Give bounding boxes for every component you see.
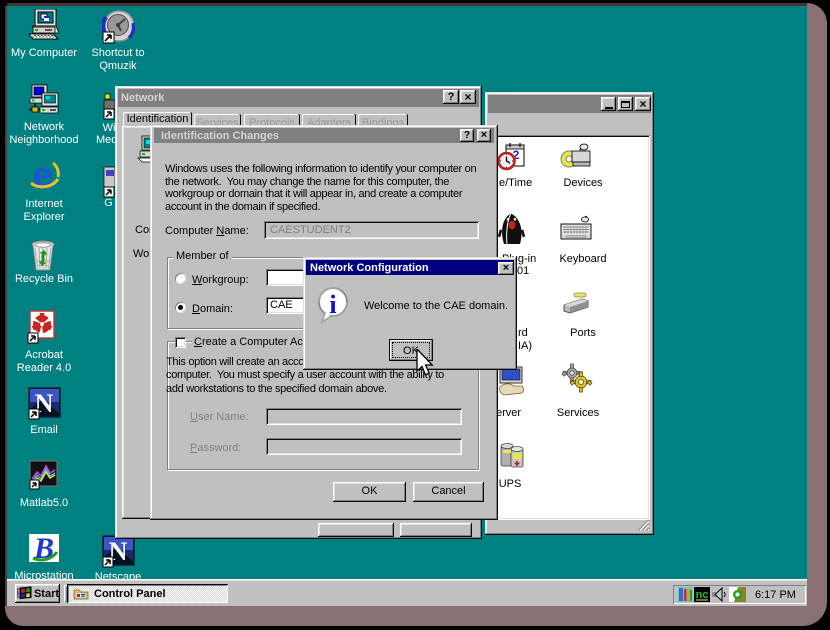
svg-text:nc: nc — [696, 589, 709, 601]
svg-text:i: i — [329, 290, 336, 319]
